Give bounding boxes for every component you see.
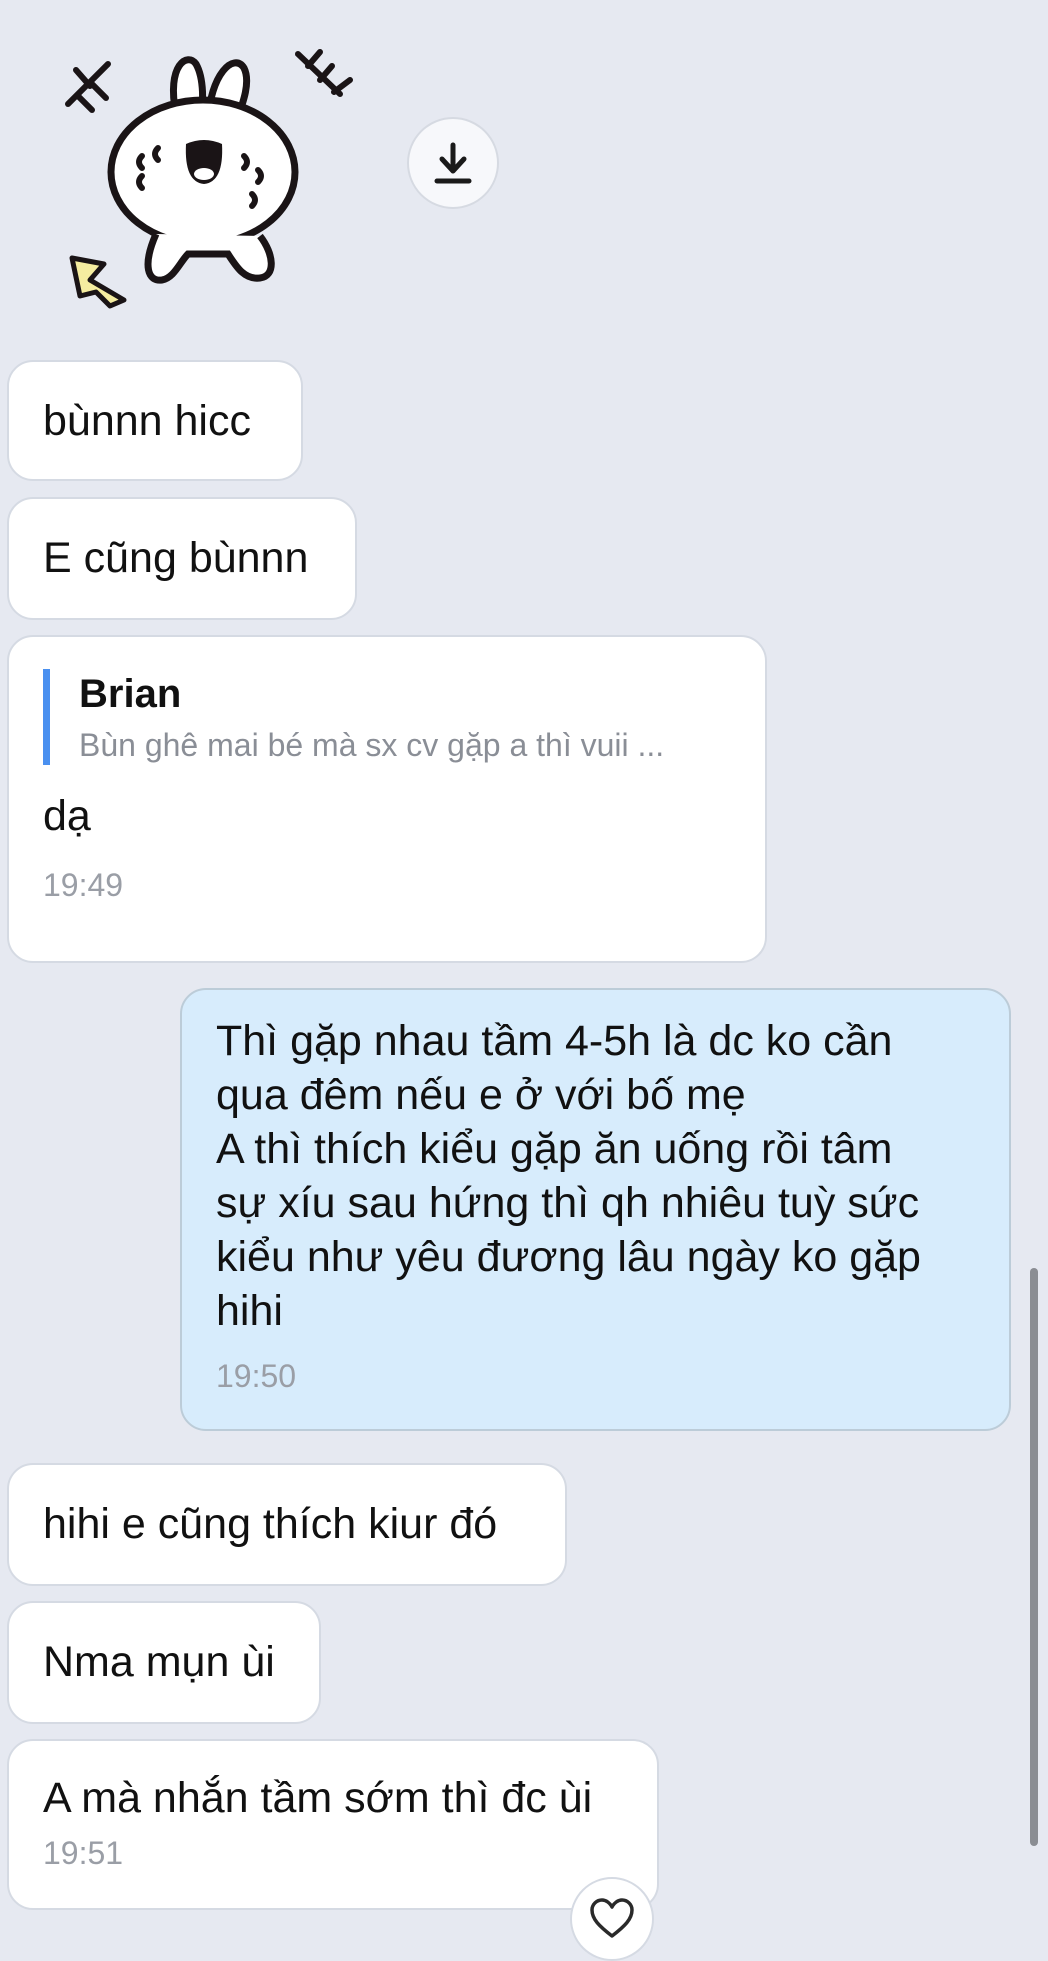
download-button[interactable] xyxy=(407,117,499,209)
message-text: A mà nhắn tầm sớm thì đc ùi xyxy=(43,1774,593,1822)
message-timestamp: 19:51 xyxy=(43,1835,124,1871)
heart-icon xyxy=(590,1898,634,1938)
sent-message-bubble[interactable]: Thì gặp nhau tầm 4-5h là dc ko cần qua đ… xyxy=(180,988,1011,1431)
message-timestamp: 19:49 xyxy=(43,867,124,903)
message-bubble[interactable]: E cũng bùnnn xyxy=(7,497,357,620)
message-text: Nma mụn ùi xyxy=(43,1638,275,1686)
message-timestamp: 19:50 xyxy=(216,1358,297,1394)
message-bubble[interactable]: A mà nhắn tầm sớm thì đc ùi 19:51 xyxy=(7,1739,659,1910)
message-bubble[interactable]: Nma mụn ùi xyxy=(7,1601,321,1724)
message-text: bùnnn hicc xyxy=(43,397,251,445)
message-text: dạ xyxy=(43,792,91,840)
message-bubble[interactable]: hihi e cũng thích kiur đó xyxy=(7,1463,567,1586)
download-icon xyxy=(434,142,472,184)
message-text: Thì gặp nhau tầm 4-5h là dc ko cần qua đ… xyxy=(216,1017,921,1335)
quoted-message-text: Bùn ghê mai bé mà sx cv gặp a thì vuii .… xyxy=(79,727,665,763)
react-heart-button[interactable] xyxy=(570,1877,654,1961)
reply-message-bubble[interactable]: Brian Bùn ghê mai bé mà sx cv gặp a thì … xyxy=(7,635,767,963)
message-text: E cũng bùnnn xyxy=(43,534,309,582)
reply-quote[interactable]: Brian Bùn ghê mai bé mà sx cv gặp a thì … xyxy=(43,669,731,765)
bunny-sticker-icon[interactable] xyxy=(58,44,358,324)
scrollbar[interactable] xyxy=(1030,1268,1038,1846)
message-bubble[interactable]: bùnnn hicc xyxy=(7,360,303,481)
quoted-sender-name: Brian xyxy=(79,672,182,716)
message-text: hihi e cũng thích kiur đó xyxy=(43,1500,498,1548)
